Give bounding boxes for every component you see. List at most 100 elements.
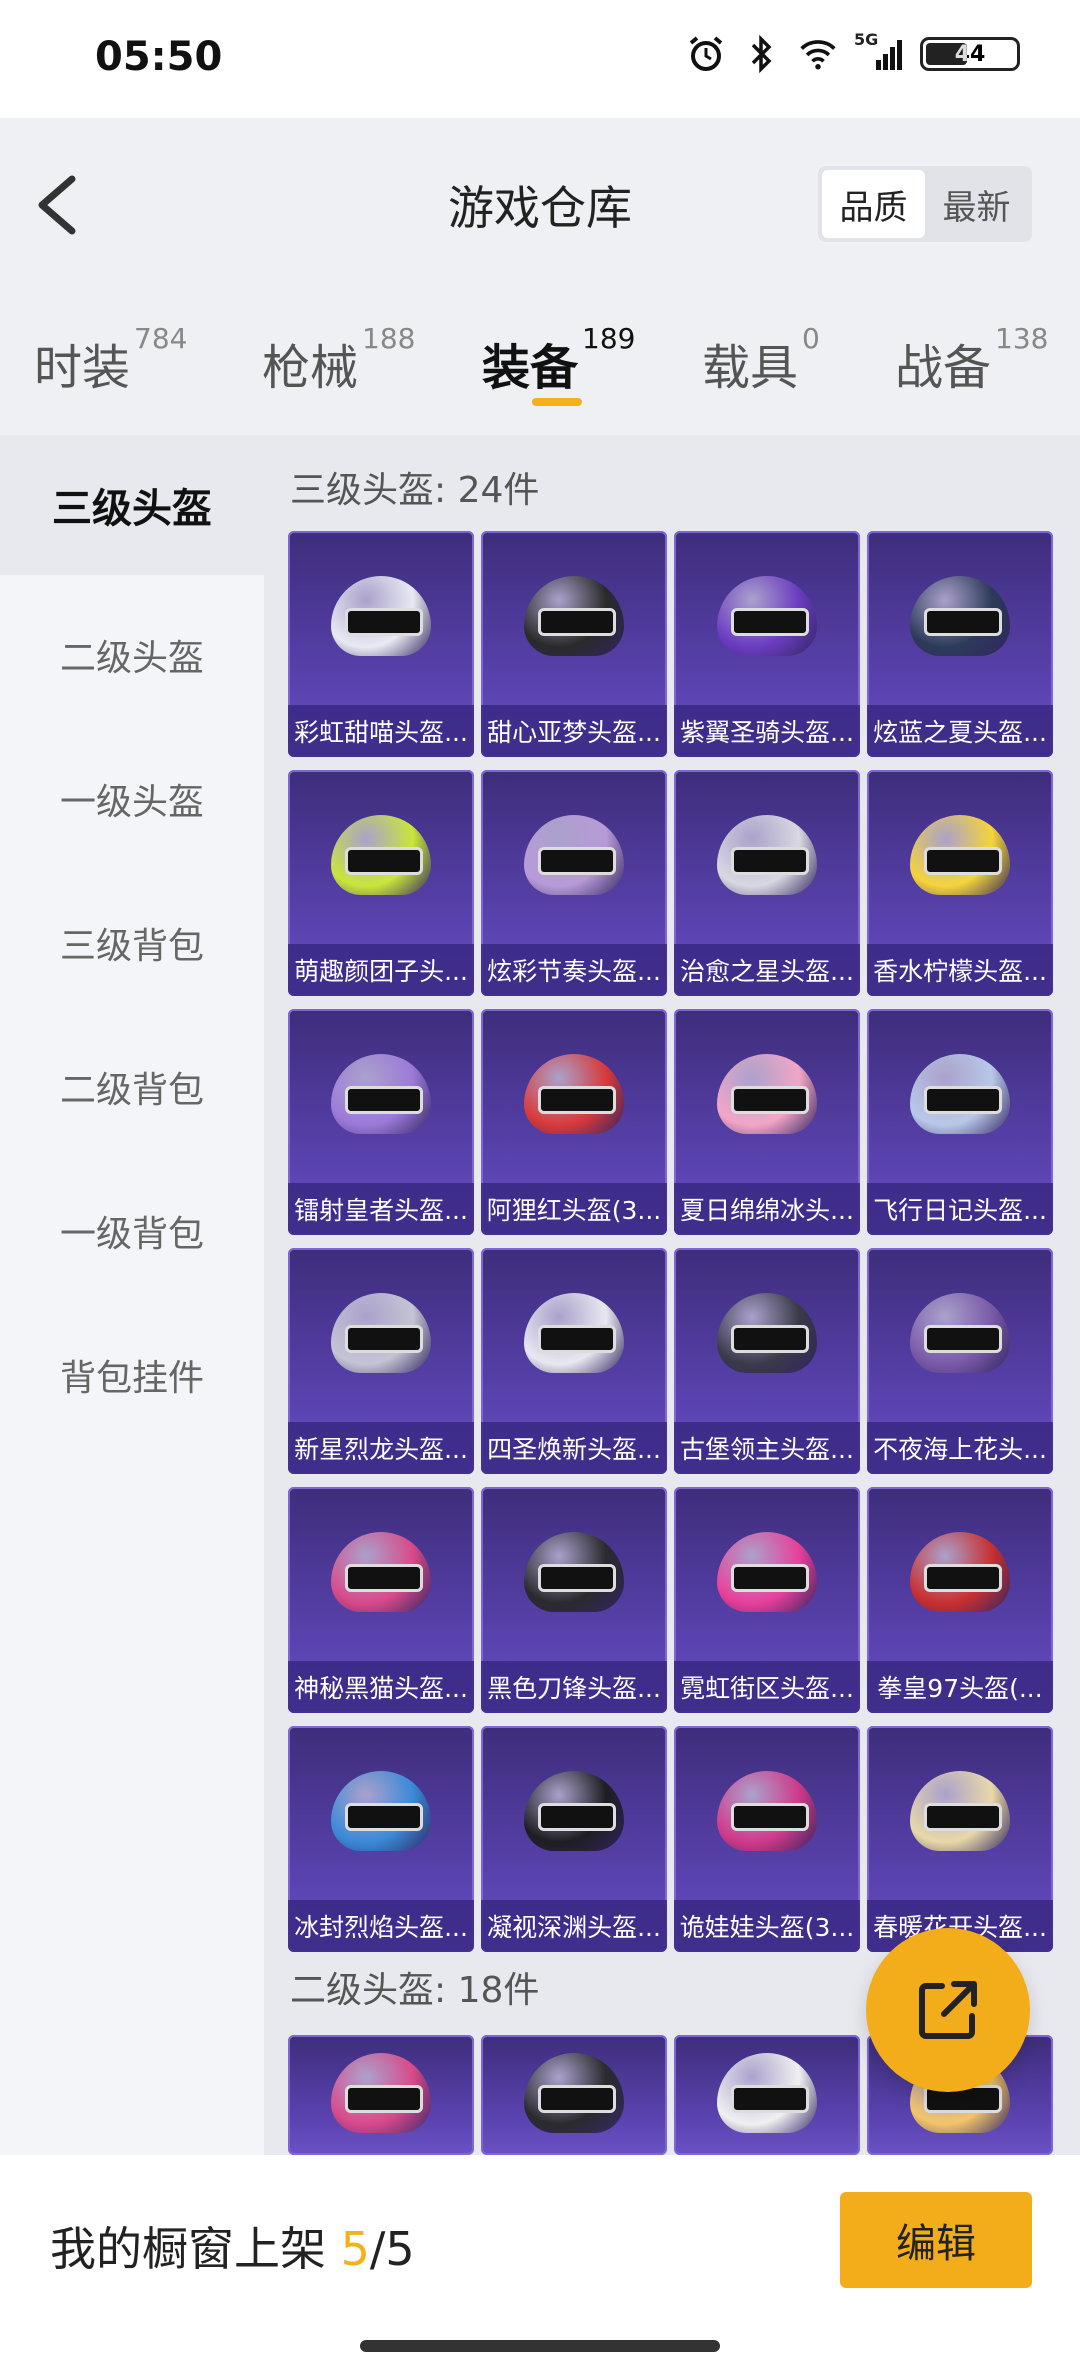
item-name: 霓虹街区头盔... bbox=[674, 1661, 860, 1713]
tab-equipment[interactable]: 装备189 bbox=[482, 322, 635, 398]
helmet-image bbox=[481, 770, 667, 944]
helmet-image bbox=[288, 2035, 474, 2155]
battery-icon: 44 bbox=[920, 37, 1020, 71]
tab-label: 枪械 bbox=[262, 340, 359, 396]
item-card[interactable]: 夏日绵绵冰头... bbox=[674, 1009, 860, 1235]
item-card[interactable]: 古堡领主头盔... bbox=[674, 1248, 860, 1474]
helmet-image bbox=[674, 1487, 860, 1661]
section-title: 三级头盔: 24件 bbox=[290, 470, 540, 511]
item-card[interactable]: 拳皇97头盔(... bbox=[867, 1487, 1053, 1713]
item-card[interactable]: 炫蓝之夏头盔... bbox=[867, 531, 1053, 757]
edit-button[interactable]: 编辑 bbox=[840, 2192, 1032, 2288]
item-card[interactable]: 香水柠檬头盔... bbox=[867, 770, 1053, 996]
tab-vehicles[interactable]: 载具0 bbox=[702, 322, 820, 398]
item-card[interactable]: 冰封烈焰头盔... bbox=[288, 1726, 474, 1952]
item-card[interactable]: 凝视深渊头盔... bbox=[481, 1726, 667, 1952]
item-name: 紫翼圣骑头盔... bbox=[674, 705, 860, 757]
helmet-image bbox=[674, 1726, 860, 1900]
helmet-image bbox=[867, 1248, 1053, 1422]
item-card[interactable]: 甜心亚梦头盔... bbox=[481, 531, 667, 757]
share-icon bbox=[919, 1981, 977, 2039]
sort-quality-button[interactable]: 品质 bbox=[822, 170, 925, 238]
tab-count: 0 bbox=[802, 322, 820, 355]
item-card[interactable]: 阿狸红头盔(3... bbox=[481, 1009, 667, 1235]
bottom-bar: 我的橱窗上架 5/5 编辑 bbox=[0, 2155, 1080, 2373]
helmet-image bbox=[481, 1009, 667, 1183]
helmet-image bbox=[288, 1248, 474, 1422]
item-card[interactable]: 萌趣颜团子头... bbox=[288, 770, 474, 996]
tab-fashion[interactable]: 时装784 bbox=[34, 322, 187, 398]
item-card[interactable]: 飞行日记头盔... bbox=[867, 1009, 1053, 1235]
home-indicator[interactable] bbox=[360, 2340, 720, 2352]
item-name: 冰封烈焰头盔... bbox=[288, 1900, 474, 1952]
item-card[interactable]: 彩虹甜喵头盔... bbox=[288, 531, 474, 757]
item-card[interactable]: 不夜海上花头... bbox=[867, 1248, 1053, 1474]
sidebar-item-backpack-charm[interactable]: 背包挂件 bbox=[0, 1305, 264, 1445]
item-name: 凝视深渊头盔... bbox=[481, 1900, 667, 1952]
sidebar-item-level1-backpack[interactable]: 一级背包 bbox=[0, 1161, 264, 1301]
item-name: 炫蓝之夏头盔... bbox=[867, 705, 1053, 757]
item-card[interactable] bbox=[674, 2035, 860, 2155]
helmet-image bbox=[288, 1487, 474, 1661]
item-name: 神秘黑猫头盔... bbox=[288, 1661, 474, 1713]
tab-supplies[interactable]: 战备138 bbox=[895, 322, 1048, 398]
item-name: 新星烈龙头盔... bbox=[288, 1422, 474, 1474]
item-list[interactable]: 三级头盔: 24件 彩虹甜喵头盔... 甜心亚梦头盔... 紫翼圣骑头盔... 炫蓝之… bbox=[264, 435, 1080, 2155]
share-button[interactable] bbox=[866, 1928, 1030, 2092]
status-time: 05:50 bbox=[95, 34, 223, 80]
item-card[interactable]: 霓虹街区头盔... bbox=[674, 1487, 860, 1713]
showcase-current-count: 5 bbox=[340, 2222, 370, 2276]
item-card[interactable]: 神秘黑猫头盔... bbox=[288, 1487, 474, 1713]
item-card[interactable]: 紫翼圣骑头盔... bbox=[674, 531, 860, 757]
item-card[interactable]: 黑色刀锋头盔... bbox=[481, 1487, 667, 1713]
tab-count: 189 bbox=[582, 322, 636, 355]
tab-count: 138 bbox=[995, 322, 1049, 355]
item-name: 夏日绵绵冰头... bbox=[674, 1183, 860, 1235]
item-grid: 彩虹甜喵头盔... 甜心亚梦头盔... 紫翼圣骑头盔... 炫蓝之夏头盔... 萌趣颜团… bbox=[288, 531, 1053, 1952]
item-card[interactable]: 四圣焕新头盔... bbox=[481, 1248, 667, 1474]
category-tabs: 时装784 枪械188 装备189 载具0 战备138 bbox=[0, 300, 1080, 430]
item-name: 萌趣颜团子头... bbox=[288, 944, 474, 996]
item-name: 香水柠檬头盔... bbox=[867, 944, 1053, 996]
showcase-status: 我的橱窗上架 5/5 bbox=[50, 2213, 415, 2279]
sidebar-item-level2-backpack[interactable]: 二级背包 bbox=[0, 1017, 264, 1157]
helmet-image bbox=[481, 1248, 667, 1422]
helmet-image bbox=[674, 531, 860, 705]
sort-toggle: 品质 最新 bbox=[818, 166, 1032, 242]
network-type: 5G bbox=[854, 30, 879, 49]
item-card[interactable] bbox=[288, 2035, 474, 2155]
helmet-image bbox=[674, 770, 860, 944]
sort-newest-button[interactable]: 最新 bbox=[925, 170, 1028, 238]
sidebar-item-level2-helmet[interactable]: 二级头盔 bbox=[0, 585, 264, 725]
section-title: 二级头盔: 18件 bbox=[290, 1970, 540, 2011]
item-name: 镭射皇者头盔... bbox=[288, 1183, 474, 1235]
helmet-image bbox=[867, 1009, 1053, 1183]
item-card[interactable]: 治愈之星头盔... bbox=[674, 770, 860, 996]
helmet-image bbox=[867, 1487, 1053, 1661]
sidebar: 三级头盔 二级头盔 一级头盔 三级背包 二级背包 一级背包 背包挂件 bbox=[0, 435, 264, 2155]
item-card[interactable] bbox=[481, 2035, 667, 2155]
tab-label: 装备 bbox=[482, 340, 579, 396]
status-icons: 5G 44 bbox=[686, 30, 1020, 74]
tab-label: 战备 bbox=[895, 340, 992, 396]
item-name: 不夜海上花头... bbox=[867, 1422, 1053, 1474]
item-card[interactable]: 炫彩节奏头盔... bbox=[481, 770, 667, 996]
tab-label: 时装 bbox=[34, 340, 131, 396]
item-card[interactable]: 春暖花开头盔... bbox=[867, 1726, 1053, 1952]
helmet-image bbox=[867, 770, 1053, 944]
item-card[interactable]: 镭射皇者头盔... bbox=[288, 1009, 474, 1235]
item-card[interactable]: 新星烈龙头盔... bbox=[288, 1248, 474, 1474]
helmet-image bbox=[481, 2035, 667, 2155]
tab-weapons[interactable]: 枪械188 bbox=[262, 322, 415, 398]
tab-count: 784 bbox=[134, 322, 188, 355]
helmet-image bbox=[481, 1487, 667, 1661]
item-name: 甜心亚梦头盔... bbox=[481, 705, 667, 757]
active-tab-indicator bbox=[532, 398, 582, 406]
item-card[interactable]: 诡娃娃头盔(3... bbox=[674, 1726, 860, 1952]
helmet-image bbox=[674, 1248, 860, 1422]
sidebar-item-level1-helmet[interactable]: 一级头盔 bbox=[0, 729, 264, 869]
sidebar-item-level3-backpack[interactable]: 三级背包 bbox=[0, 873, 264, 1013]
sidebar-item-level3-helmet[interactable]: 三级头盔 bbox=[0, 435, 264, 575]
item-name: 阿狸红头盔(3... bbox=[481, 1183, 667, 1235]
item-name: 四圣焕新头盔... bbox=[481, 1422, 667, 1474]
